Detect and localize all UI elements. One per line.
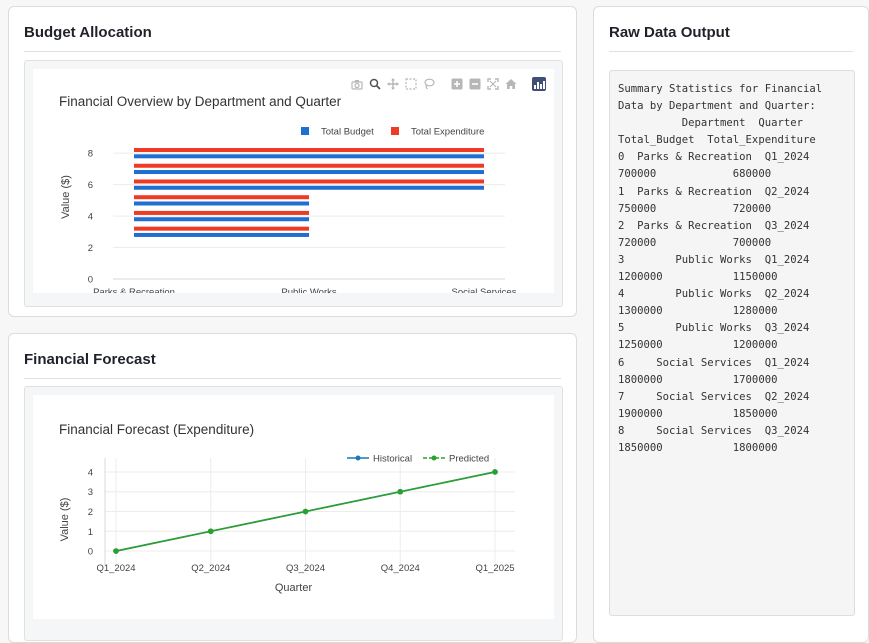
- data-point: [492, 469, 498, 475]
- legend-label: Predicted: [449, 454, 489, 465]
- financial-forecast-panel: Financial Forecast Financial Forecast (E…: [8, 333, 577, 643]
- y-tick-label: 4: [88, 467, 93, 478]
- bar: [134, 226, 309, 231]
- forecast-chart-frame: Financial Forecast (Expenditure) 0 1 2 3 4 Q1_…: [24, 386, 563, 641]
- data-point: [397, 488, 404, 495]
- bar-chart-svg: Financial Overview by Department and Qua…: [59, 94, 517, 318]
- y-axis-title: Value ($): [60, 175, 72, 219]
- line-chart-svg: Financial Forecast (Expenditure) 0 1 2 3 4 Q1_…: [59, 422, 515, 594]
- pan-icon[interactable]: [386, 77, 400, 91]
- bar: [134, 232, 309, 237]
- raw-data-output-panel: Raw Data Output Summary Statistics for F…: [593, 6, 869, 643]
- bar: [134, 148, 484, 153]
- y-tick-label: 8: [88, 149, 93, 160]
- x-tick-label: Parks & Recreation: [93, 287, 175, 293]
- forecast-chart: Financial Forecast (Expenditure) 0 1 2 3 4 Q1_…: [33, 395, 554, 619]
- zoom-in-icon[interactable]: [450, 77, 464, 91]
- bar: [134, 154, 484, 159]
- panel-title: Budget Allocation: [24, 24, 152, 41]
- chart-title: Financial Forecast (Expenditure): [59, 422, 254, 437]
- budget-chart-frame: Financial Overview by Department and Qua…: [24, 60, 563, 318]
- x-tick-label: Q1_2024: [96, 563, 135, 574]
- legend-label: Total Expenditure: [411, 127, 484, 138]
- y-tick-label: 1: [88, 527, 93, 538]
- y-tick-label: 2: [88, 507, 93, 518]
- bar: [134, 179, 484, 184]
- y-tick-label: 4: [88, 212, 93, 223]
- raw-data-text: Summary Statistics for Financial Data by…: [609, 70, 855, 616]
- panel-title: Financial Forecast: [24, 351, 156, 368]
- budget-chart: Financial Overview by Department and Qua…: [33, 69, 554, 318]
- bar: [134, 170, 484, 175]
- x-tick-label: Q4_2024: [381, 563, 420, 574]
- legend-marker: [431, 455, 437, 461]
- box-select-icon[interactable]: [404, 77, 418, 91]
- y-axis-title: Value ($): [59, 498, 71, 542]
- bar: [134, 163, 484, 168]
- bar: [134, 210, 309, 215]
- x-tick-label: Public Works: [281, 287, 337, 293]
- legend-label: Total Budget: [321, 127, 374, 138]
- bar: [134, 217, 309, 222]
- x-axis-title: Quarter: [275, 582, 313, 594]
- divider: [24, 51, 561, 52]
- legend-swatch: [301, 127, 309, 135]
- x-tick-label: Q2_2024: [191, 563, 230, 574]
- x-tick-label: Q1_2025: [475, 563, 514, 574]
- autoscale-icon[interactable]: [486, 77, 500, 91]
- zoom-out-icon[interactable]: [468, 77, 482, 91]
- chart-modebar: [350, 75, 546, 93]
- x-tick-label: Q3_2024: [286, 563, 325, 574]
- data-point: [302, 508, 309, 515]
- camera-icon[interactable]: [350, 77, 364, 91]
- chart-title: Financial Overview by Department and Qua…: [59, 94, 342, 109]
- y-tick-label: 0: [88, 547, 93, 558]
- lasso-icon[interactable]: [422, 77, 436, 91]
- x-tick-label: Social Services: [452, 287, 517, 293]
- bar: [134, 185, 484, 190]
- reset-axes-icon[interactable]: [504, 77, 518, 91]
- bar: [134, 195, 309, 200]
- y-tick-label: 0: [88, 275, 93, 286]
- y-tick-label: 2: [88, 243, 93, 254]
- budget-allocation-panel: Budget Allocation Financial Overview by …: [8, 6, 577, 318]
- legend-swatch: [391, 127, 399, 135]
- plotly-logo-icon[interactable]: [532, 77, 546, 91]
- legend-label: Historical: [373, 454, 412, 465]
- y-tick-label: 6: [88, 180, 93, 191]
- zoom-icon[interactable]: [368, 77, 382, 91]
- panel-title: Raw Data Output: [609, 24, 730, 41]
- divider: [609, 51, 853, 52]
- bar: [134, 201, 309, 206]
- y-tick-label: 3: [88, 487, 93, 498]
- legend-marker: [355, 455, 361, 461]
- divider: [24, 378, 561, 379]
- data-point: [207, 528, 214, 535]
- data-point: [113, 548, 119, 554]
